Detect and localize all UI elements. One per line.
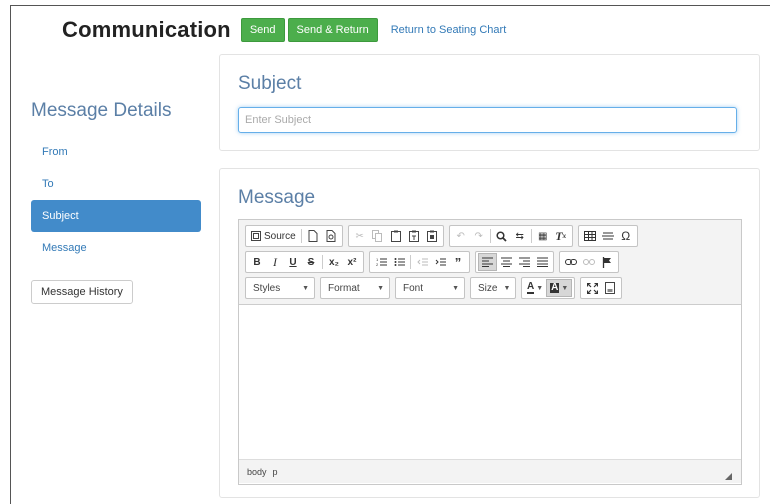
anchor-flag-icon[interactable] [598,253,616,271]
select-all-icon[interactable]: ▦ [534,227,552,245]
format-dropdown[interactable]: Format ▼ [320,277,390,299]
text-color-label: A [527,281,535,294]
message-history-button[interactable]: Message History [31,280,133,304]
sidebar: Message Details From To Subject Message … [31,100,201,304]
chevron-down-icon: ▼ [452,284,459,292]
numbered-list-icon[interactable]: 12 [372,253,390,271]
underline-button[interactable]: U [284,253,302,271]
chevron-down-icon: ▼ [302,284,309,292]
table-icon[interactable] [581,227,599,245]
sidebar-item-message[interactable]: Message [31,232,201,264]
editor-status-bar: body p [239,459,741,483]
background-color-button[interactable]: A ▼ [546,279,573,297]
redo-icon[interactable]: ↷ [470,227,488,245]
styles-label: Styles [253,282,281,294]
background-color-label: A [550,282,560,293]
blockquote-icon[interactable]: ” [449,253,467,271]
page-title: Communication [62,17,231,42]
path-body[interactable]: body [247,467,267,477]
sidebar-item-from[interactable]: From [31,136,201,168]
path-p[interactable]: p [273,467,278,477]
format-label: Format [328,282,360,294]
message-panel: Message Source ✂ ↶ ↷ ⇆ ▦ T x Ω B I U S x… [219,168,760,498]
subject-heading: Subject [238,73,302,94]
header-bar: Communication Send Send & Return Return … [62,17,506,43]
justify-icon[interactable] [533,253,551,271]
subject-panel: Subject [219,54,760,151]
replace-icon[interactable]: ⇆ [511,227,529,245]
subscript-button[interactable]: x₂ [325,253,343,271]
editor-toolbar: Source ✂ ↶ ↷ ⇆ ▦ T x Ω B I U S x₂ x² 1 2… [239,220,741,305]
horizontal-line-icon[interactable] [599,227,617,245]
paste-word-icon[interactable] [423,227,441,245]
source-label: Source [264,230,296,242]
align-left-icon[interactable] [478,253,497,271]
preview-icon[interactable] [322,227,340,245]
resize-handle-icon[interactable] [725,473,732,480]
sidebar-item-subject[interactable]: Subject [31,200,201,232]
chevron-down-icon: ▼ [377,284,384,292]
size-dropdown[interactable]: Size ▼ [470,277,516,299]
unlink-icon[interactable] [580,253,598,271]
rich-text-editor: Source ✂ ↶ ↷ ⇆ ▦ T x Ω B I U S x₂ x² 1 2… [238,219,742,485]
copy-icon[interactable] [369,227,387,245]
chevron-down-icon: ▼ [503,284,511,292]
undo-icon[interactable]: ↶ [452,227,470,245]
outdent-icon[interactable] [413,253,431,271]
font-dropdown[interactable]: Font ▼ [395,277,465,299]
font-label: Font [403,282,424,294]
subject-input[interactable] [238,107,737,133]
italic-button[interactable]: I [266,253,284,271]
strikethrough-button[interactable]: S [302,253,320,271]
sidebar-title: Message Details [31,100,172,121]
find-icon[interactable] [493,227,511,245]
return-to-seating-chart-link[interactable]: Return to Seating Chart [391,24,507,36]
superscript-button[interactable]: x² [343,253,361,271]
maximize-icon[interactable] [583,279,601,297]
size-label: Size [478,282,498,294]
new-page-icon[interactable] [304,227,322,245]
indent-icon[interactable] [431,253,449,271]
link-icon[interactable] [562,253,580,271]
bulleted-list-icon[interactable] [390,253,408,271]
align-center-icon[interactable] [497,253,515,271]
paste-icon[interactable] [387,227,405,245]
editor-content-area[interactable] [239,305,741,459]
special-char-icon[interactable]: Ω [617,227,635,245]
cut-icon[interactable]: ✂ [351,227,369,245]
show-blocks-icon[interactable] [601,279,619,297]
align-right-icon[interactable] [515,253,533,271]
sidebar-nav: From To Subject Message [31,136,201,264]
source-button[interactable]: Source [248,227,299,245]
bold-button[interactable]: B [248,253,266,271]
send-button[interactable]: Send [240,18,285,42]
styles-dropdown[interactable]: Styles ▼ [245,277,315,299]
source-icon [251,231,261,241]
sidebar-item-to[interactable]: To [31,168,201,200]
send-and-return-button[interactable]: Send & Return [287,18,378,42]
remove-format-icon[interactable]: Tx [552,227,570,245]
paste-text-icon[interactable] [405,227,423,245]
svg-text:2: 2 [376,262,379,267]
text-color-button[interactable]: A ▼ [524,279,546,297]
message-heading: Message [238,187,316,208]
